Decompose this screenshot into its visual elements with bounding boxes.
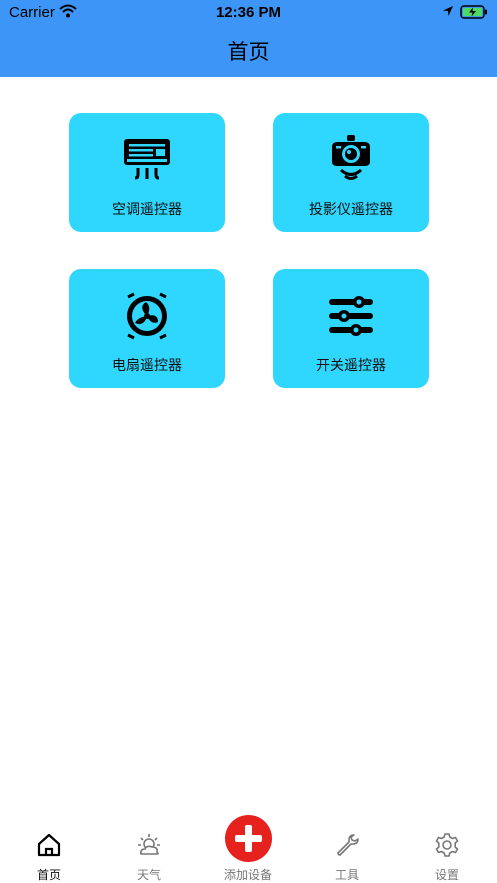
tile-label: 投影仪遥控器 xyxy=(309,202,393,218)
tile-air-conditioner-remote[interactable]: 空调遥控器 xyxy=(69,113,225,232)
tile-label: 开关遥控器 xyxy=(316,358,386,374)
tab-weather[interactable]: 天气 xyxy=(109,818,189,883)
tab-tools[interactable]: 工具 xyxy=(307,818,387,883)
fan-icon xyxy=(127,292,167,340)
status-time: 12:36 PM xyxy=(215,4,282,21)
tile-projector-remote[interactable]: 投影仪遥控器 xyxy=(273,113,429,232)
projector-icon xyxy=(332,135,370,180)
status-bar: Carrier 12:36 PM xyxy=(0,0,497,26)
tab-weather-label: 天气 xyxy=(136,868,161,882)
location-arrow-icon xyxy=(443,6,453,16)
tile-fan-remote[interactable]: 电扇遥控器 xyxy=(69,269,225,388)
tab-tools-label: 工具 xyxy=(334,868,359,882)
battery-icon xyxy=(460,5,487,19)
tile-label: 空调遥控器 xyxy=(112,202,182,218)
nav-header: Carrier 12:36 PM 首页 xyxy=(0,0,497,77)
switch-sliders-icon xyxy=(329,296,373,336)
tab-settings-label: 设置 xyxy=(434,868,459,882)
tile-switch-remote[interactable]: 开关遥控器 xyxy=(273,269,429,388)
air-conditioner-icon xyxy=(124,139,170,180)
tab-home[interactable]: 首页 xyxy=(9,818,89,883)
page-title: 首页 xyxy=(227,40,270,64)
tab-home-label: 首页 xyxy=(36,868,61,882)
add-device-button[interactable] xyxy=(225,815,272,862)
plus-icon xyxy=(235,825,262,852)
tile-label: 电扇遥控器 xyxy=(112,358,182,374)
weather-icon xyxy=(138,834,160,855)
home-icon xyxy=(37,833,61,857)
add-device-label: 添加设备 xyxy=(223,868,272,882)
tab-settings[interactable]: 设置 xyxy=(407,818,487,883)
gear-icon xyxy=(435,833,459,857)
wrench-icon xyxy=(337,834,359,856)
